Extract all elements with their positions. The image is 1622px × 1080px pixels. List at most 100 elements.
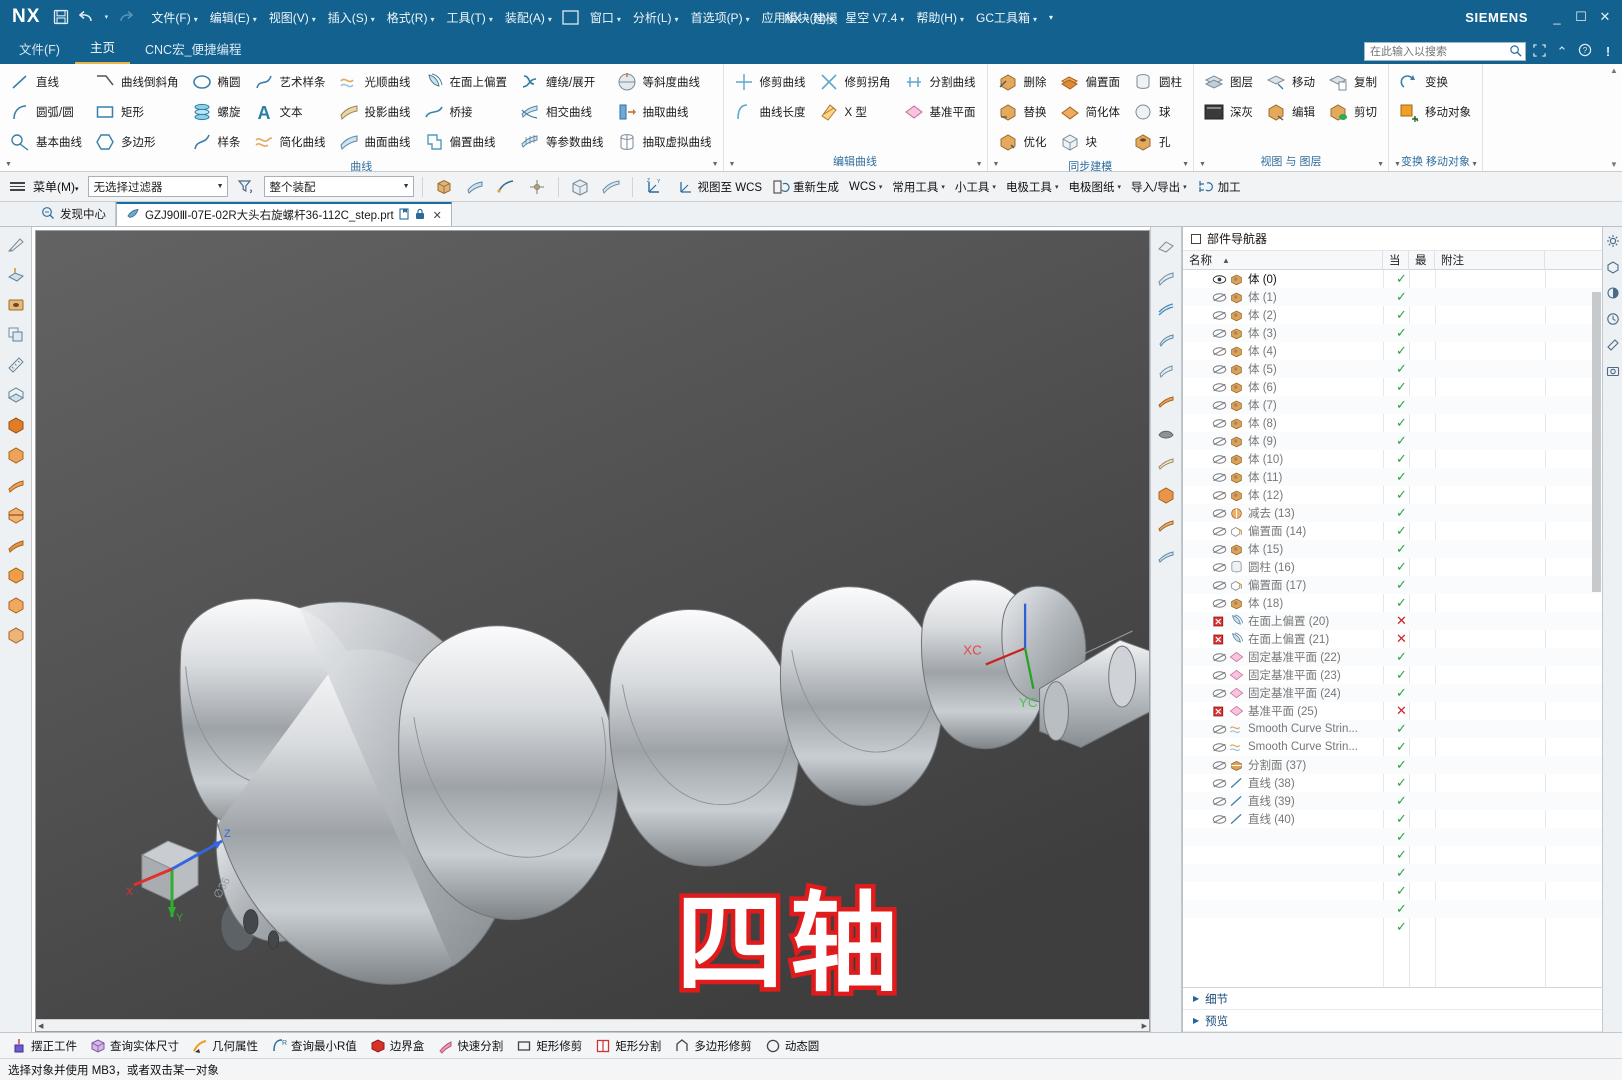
ribbon-button-缠绕/展开[interactable]: 缠绕/展开	[514, 67, 611, 97]
chevron-down-icon[interactable]: ▼	[217, 183, 224, 190]
part-navigator-row[interactable]: 体 (9) ✓	[1183, 432, 1602, 450]
visibility-toggle-icon[interactable]	[1211, 688, 1228, 699]
selbar-button-加工[interactable]: 加工	[1192, 176, 1246, 198]
bottom-button-摆正工件[interactable]: 摆正工件	[4, 1035, 83, 1057]
column-comment[interactable]: 附注	[1435, 251, 1545, 269]
ribbon-button-剪切[interactable]: 剪切	[1322, 97, 1384, 127]
menu-13[interactable]: GC工具箱 ▾	[970, 6, 1043, 29]
select-edge-icon[interactable]	[493, 175, 519, 199]
ribbon-button-深灰[interactable]: 深灰	[1198, 97, 1260, 127]
visibility-toggle-icon[interactable]	[1211, 472, 1228, 483]
ribbon-scroll-controls[interactable]: ▲ ▼	[1608, 64, 1620, 171]
sketch-icon[interactable]	[3, 231, 29, 259]
part-navigator-row[interactable]: ✓	[1183, 900, 1602, 918]
visibility-toggle-icon[interactable]	[1211, 580, 1228, 591]
ribbon-button-螺旋[interactable]: 螺旋	[186, 97, 248, 127]
part-navigator-row[interactable]: 体 (0) ✓	[1183, 270, 1602, 288]
selbar-button-视图至 WCS[interactable]: 视图至 WCS	[672, 176, 768, 198]
part-navigator-row[interactable]: Smooth Curve Strin... ✓	[1183, 720, 1602, 738]
part-navigator-row[interactable]: ✓	[1183, 828, 1602, 846]
swept-icon[interactable]	[1153, 326, 1179, 354]
visibility-toggle-icon[interactable]	[1211, 778, 1228, 789]
selbar-button-电极工具[interactable]: 电极工具 ▾	[1001, 177, 1064, 197]
ribbon-button-样条[interactable]: 样条	[186, 127, 248, 157]
part-navigator-row[interactable]: 体 (18) ✓	[1183, 594, 1602, 612]
group-more-icon[interactable]: ▼	[976, 161, 983, 168]
visibility-toggle-icon[interactable]	[1211, 382, 1228, 393]
search-input[interactable]	[1368, 44, 1509, 59]
part-navigator-row[interactable]: 体 (10) ✓	[1183, 450, 1602, 468]
visibility-toggle-icon[interactable]	[1211, 274, 1228, 285]
face-blend-icon[interactable]	[1153, 388, 1179, 416]
part-navigator-row[interactable]: 体 (3) ✓	[1183, 324, 1602, 342]
part-navigator-row[interactable]: 减去 (13) ✓	[1183, 504, 1602, 522]
visibility-toggle-icon[interactable]	[1211, 742, 1228, 753]
menu-7[interactable]: 窗口 ▾	[584, 6, 627, 29]
bottom-button-矩形修剪[interactable]: 矩形修剪	[509, 1035, 588, 1057]
visibility-toggle-icon[interactable]	[1211, 562, 1228, 573]
selbar-button-重新生成[interactable]: 重新生成	[767, 176, 844, 198]
tab-close-button[interactable]: ✕	[433, 209, 442, 222]
sheet-body-icon[interactable]	[598, 175, 624, 199]
bottom-button-边界盒[interactable]: 边界盒	[363, 1035, 431, 1057]
menu-3[interactable]: 插入(S) ▾	[322, 6, 381, 29]
part-navigator-row[interactable]: 分割面 (37) ✓	[1183, 756, 1602, 774]
selection-filter-combo[interactable]: 无选择过滤器 ▼	[87, 176, 228, 197]
selbar-button-导入/导出[interactable]: 导入/导出 ▾	[1126, 177, 1192, 197]
visibility-toggle-icon[interactable]	[1211, 328, 1228, 339]
part-navigator-row[interactable]: 体 (2) ✓	[1183, 306, 1602, 324]
fullscreen-icon[interactable]	[1529, 43, 1549, 60]
redo-icon[interactable]	[112, 4, 138, 30]
menu-5[interactable]: 工具(T) ▾	[440, 6, 498, 29]
undo-dropdown-icon[interactable]: ▾	[100, 4, 112, 30]
part-navigator-row[interactable]: 体 (1) ✓	[1183, 288, 1602, 306]
ruled-surface-icon[interactable]	[1153, 264, 1179, 292]
menu-11[interactable]: 星空 V7.4 ▾	[839, 6, 910, 29]
shell-icon[interactable]	[3, 381, 29, 409]
tab-discovery-center[interactable]: 发现中心	[32, 202, 116, 226]
assembly-scope-combo[interactable]: 整个装配 ▼	[263, 176, 414, 197]
part-navigator-row[interactable]: 固定基准平面 (22) ✓	[1183, 648, 1602, 666]
menu-2[interactable]: 视图(V) ▾	[263, 6, 322, 29]
menu-button[interactable]: 菜单(M)▾	[33, 178, 83, 195]
bottom-button-矩形分割[interactable]: 矩形分割	[588, 1035, 667, 1057]
ribbon-button-抽取曲线[interactable]: 抽取曲线	[611, 97, 719, 127]
close-button[interactable]: ✕	[1594, 9, 1616, 25]
part-navigator-row[interactable]: ✓	[1183, 918, 1602, 936]
part-navigator-row[interactable]: 体 (15) ✓	[1183, 540, 1602, 558]
tree-scrollbar-thumb[interactable]	[1592, 292, 1601, 592]
section-details[interactable]: ▶ 细节	[1183, 988, 1602, 1010]
history-clock-icon[interactable]	[1604, 309, 1622, 329]
ribbon-button-椭圆[interactable]: 椭圆	[186, 67, 248, 97]
ribbon-button-偏置曲线[interactable]: 偏置曲线	[418, 127, 515, 157]
group-more-icon[interactable]: ▼	[1182, 161, 1189, 168]
through-curves-icon[interactable]	[1153, 295, 1179, 323]
ribbon-button-简化体[interactable]: 简化体	[1054, 97, 1128, 127]
menu-10[interactable]: 应用模块(N) ▾	[756, 6, 840, 29]
menu-1[interactable]: 编辑(E) ▾	[204, 6, 263, 29]
group-expand-left-icon[interactable]: ▼	[1199, 161, 1206, 168]
visibility-toggle-icon[interactable]	[1211, 364, 1228, 375]
menu-4[interactable]: 格式(R) ▾	[381, 6, 441, 29]
visibility-toggle-icon[interactable]	[1211, 526, 1228, 537]
visibility-toggle-icon[interactable]	[1211, 652, 1228, 663]
ribbon-button-编辑[interactable]: 编辑	[1260, 97, 1322, 127]
scroll-left-icon[interactable]: ◀	[38, 1022, 43, 1030]
settings-gear-icon[interactable]	[1604, 231, 1622, 251]
ribbon-scroll-up-icon[interactable]: ▲	[1610, 66, 1618, 75]
measure-rail-icon[interactable]	[1604, 335, 1622, 355]
column-current[interactable]: 当	[1383, 251, 1409, 269]
ribbon-button-桥接[interactable]: 桥接	[418, 97, 515, 127]
ribbon-button-删除[interactable]: 删除	[992, 67, 1054, 97]
ribbon-button-圆柱[interactable]: 圆柱	[1127, 67, 1189, 97]
minimize-button[interactable]: _	[1546, 10, 1568, 25]
visibility-toggle-icon[interactable]	[1211, 598, 1228, 609]
ribbon-button-分割曲线[interactable]: 分割曲线	[898, 67, 983, 97]
visibility-toggle-icon[interactable]	[1211, 670, 1228, 681]
section-preview[interactable]: ▶ 预览	[1183, 1010, 1602, 1032]
ribbon-tab-0[interactable]: 文件(F)	[4, 35, 75, 64]
trim-sheet-icon[interactable]	[1153, 481, 1179, 509]
ribbon-button-替换[interactable]: 替换	[992, 97, 1054, 127]
ribbon-button-复制[interactable]: 复制	[1322, 67, 1384, 97]
viewport-scene[interactable]: ∅36 XC YC Z Y X 四轴 ◀ ▶	[36, 231, 1149, 1031]
